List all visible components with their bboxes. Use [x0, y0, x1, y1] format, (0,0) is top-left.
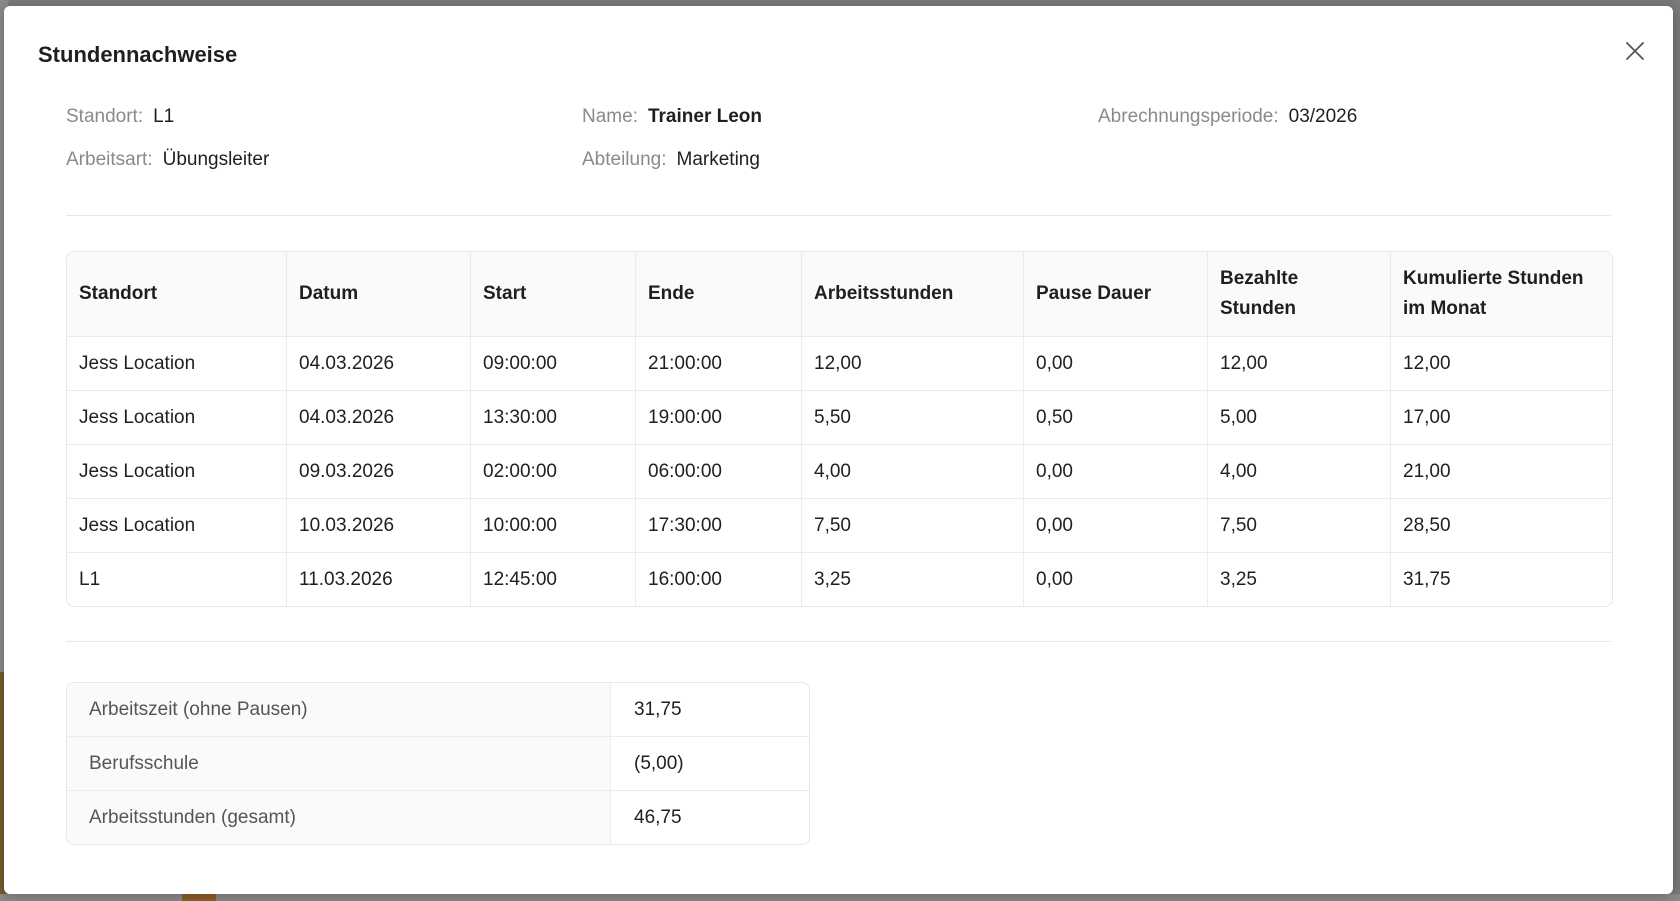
table-cell: 7,50 — [802, 499, 1024, 553]
table-cell: 17,00 — [1391, 391, 1612, 445]
column-header-datum: Datum — [287, 252, 471, 337]
info-name: Name: Trainer Leon — [582, 106, 762, 128]
info-periode-label: Abrechnungsperiode — [1098, 106, 1274, 127]
table-cell: 10:00:00 — [471, 499, 636, 553]
table-cell: 12,00 — [802, 337, 1024, 391]
info-abteilung-value: Marketing — [676, 149, 760, 170]
table-cell: 02:00:00 — [471, 445, 636, 499]
info-name-value: Trainer Leon — [647, 106, 762, 127]
info-separator: : — [632, 106, 638, 127]
summary-table: Arbeitszeit (ohne Pausen) 31,75 Berufssc… — [66, 682, 810, 845]
summary-label: Arbeitsstunden (gesamt) — [67, 791, 611, 844]
table-cell: 19:00:00 — [636, 391, 802, 445]
table-cell: 16:00:00 — [636, 553, 802, 606]
info-abrechnungsperiode: Abrechnungsperiode: 03/2026 — [1098, 106, 1357, 128]
divider-bottom — [66, 641, 1611, 642]
info-arbeitsart: Arbeitsart: Übungsleiter — [66, 149, 269, 171]
table-cell: 12,00 — [1391, 337, 1612, 391]
column-header-pause-dauer: Pause Dauer — [1024, 252, 1208, 337]
column-header-ende: Ende — [636, 252, 802, 337]
info-standort-value: L1 — [153, 106, 175, 127]
summary-value: (5,00) — [611, 737, 809, 791]
table-cell: 09.03.2026 — [287, 445, 471, 499]
table-cell: Jess Location — [67, 391, 287, 445]
info-separator: : — [1273, 106, 1279, 127]
table-row: L1 11.03.2026 12:45:00 16:00:00 3,25 0,0… — [67, 553, 1612, 606]
table-cell: 12,00 — [1208, 337, 1391, 391]
table-cell: 10.03.2026 — [287, 499, 471, 553]
table-cell: 17:30:00 — [636, 499, 802, 553]
info-name-label: Name — [582, 106, 633, 127]
table-cell: 5,50 — [802, 391, 1024, 445]
summary-value: 31,75 — [611, 683, 809, 737]
table-cell: 09:00:00 — [471, 337, 636, 391]
table-cell: Jess Location — [67, 499, 287, 553]
table-cell: 7,50 — [1208, 499, 1391, 553]
info-separator: : — [137, 106, 144, 127]
info-standort-label: Standort — [66, 106, 138, 127]
table-cell: 21:00:00 — [636, 337, 802, 391]
table-cell: 0,00 — [1024, 445, 1208, 499]
table-cell: 0,00 — [1024, 337, 1208, 391]
table-cell: 28,50 — [1391, 499, 1612, 553]
table-cell: 12:45:00 — [471, 553, 636, 606]
column-header-arbeitsstunden: Arbeitsstunden — [802, 252, 1024, 337]
summary-row: Arbeitsstunden (gesamt) 46,75 — [67, 791, 809, 844]
summary-row: Arbeitszeit (ohne Pausen) 31,75 — [67, 683, 809, 737]
info-separator: : — [147, 149, 153, 170]
table-header-row: Standort Datum Start Ende Arbeitsstunden… — [67, 252, 1612, 337]
summary-value: 46,75 — [634, 806, 682, 828]
table-cell: L1 — [67, 553, 287, 606]
summary-label: Arbeitszeit (ohne Pausen) — [67, 683, 611, 737]
table-cell: 31,75 — [1403, 568, 1451, 590]
background-app-bottom-accent — [182, 893, 216, 901]
table-cell: 13:30:00 — [471, 391, 636, 445]
info-periode-value: 03/2026 — [1288, 106, 1358, 127]
table-row: Jess Location 09.03.2026 02:00:00 06:00:… — [67, 445, 1612, 499]
summary-label: Berufsschule — [67, 737, 611, 791]
modal-title: Stundennachweise — [38, 42, 238, 67]
table-cell: 0,00 — [1024, 499, 1208, 553]
table-cell: 4,00 — [802, 445, 1024, 499]
table-cell: 0,50 — [1024, 391, 1208, 445]
close-icon — [1626, 42, 1644, 60]
info-standort: Standort: L1 — [66, 106, 174, 128]
column-header-standort: Standort — [67, 252, 287, 337]
table-row: Jess Location 04.03.2026 09:00:00 21:00:… — [67, 337, 1612, 391]
table-cell: 3,25 — [802, 553, 1024, 606]
summary-row: Berufsschule (5,00) — [67, 737, 809, 791]
table-row: Jess Location 10.03.2026 10:00:00 17:30:… — [67, 499, 1612, 553]
column-header-kumulierte-stunden: Kumulierte Stunden im Monat — [1391, 252, 1612, 337]
info-abteilung: Abteilung: Marketing — [582, 149, 760, 171]
table-cell: 5,00 — [1208, 391, 1391, 445]
table-row: Jess Location 04.03.2026 13:30:00 19:00:… — [67, 391, 1612, 445]
timesheet-table: Standort Datum Start Ende Arbeitsstunden… — [66, 251, 1613, 607]
info-abteilung-label: Abteilung — [582, 149, 662, 170]
column-header-bezahlte-stunden: Bezahlte Stunden — [1208, 252, 1391, 337]
table-cell: 0,00 — [1024, 553, 1208, 606]
info-arbeitsart-label: Arbeitsart — [66, 149, 148, 170]
table-cell: 3,25 — [1208, 553, 1391, 606]
table-cell: 4,00 — [1208, 445, 1391, 499]
table-cell: 04.03.2026 — [287, 337, 471, 391]
info-arbeitsart-value: Übungsleiter — [162, 149, 270, 170]
info-separator: : — [661, 149, 667, 170]
column-header-start: Start — [471, 252, 636, 337]
table-cell: 21,00 — [1391, 445, 1612, 499]
timesheet-modal: Stundennachweise Standort: L1 Arbeitsart:… — [4, 6, 1673, 894]
table-cell: 04.03.2026 — [287, 391, 471, 445]
table-cell: Jess Location — [67, 445, 287, 499]
close-button[interactable] — [1618, 34, 1652, 68]
table-cell: 11.03.2026 — [287, 553, 471, 606]
table-cell: 06:00:00 — [636, 445, 802, 499]
table-cell: Jess Location — [67, 337, 287, 391]
background-app-bottom — [0, 894, 1680, 901]
divider-top — [66, 215, 1611, 216]
